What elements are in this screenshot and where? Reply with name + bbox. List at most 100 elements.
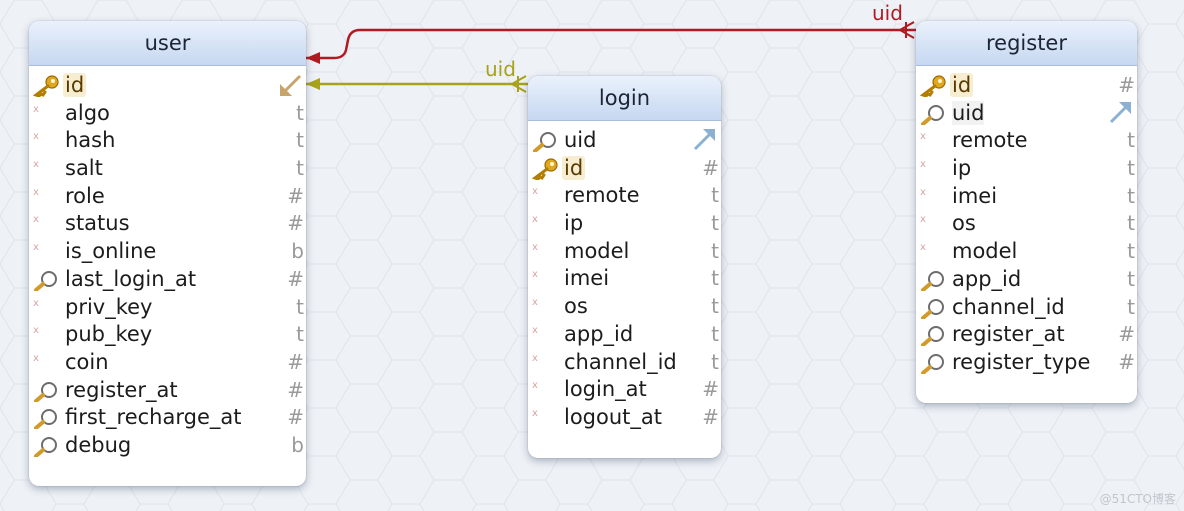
column-row-id[interactable]: id # [528, 155, 721, 183]
index-icon [34, 270, 57, 291]
column-type: t [711, 294, 719, 319]
nullable-marker: x [33, 325, 39, 337]
column-row-coin[interactable]: x coin # [29, 349, 306, 377]
column-list: id x algo t x hash t x salt t x role # x status # x is_on… [29, 66, 306, 460]
column-type: t [1127, 183, 1135, 208]
key-icon [531, 158, 558, 180]
column-type: t [711, 266, 719, 291]
nullable-marker: x [532, 186, 538, 198]
column-type: t [711, 349, 719, 374]
column-type: # [287, 405, 304, 430]
column-row-ip[interactable]: x ip t [528, 210, 721, 238]
column-row-register_at[interactable]: register_at # [916, 321, 1137, 349]
column-type: t [296, 100, 304, 125]
column-name: imei [564, 266, 610, 291]
column-name: id [950, 73, 974, 97]
column-row-salt[interactable]: x salt t [29, 155, 306, 183]
column-row-status[interactable]: x status # [29, 210, 306, 238]
column-type: t [1127, 266, 1135, 291]
column-type: t [296, 128, 304, 153]
column-name: channel_id [564, 349, 677, 374]
column-row-hash[interactable]: x hash t [29, 127, 306, 155]
column-row-remote[interactable]: x remote t [916, 127, 1137, 155]
column-row-app_id[interactable]: app_id t [916, 266, 1137, 294]
column-name: register_at [65, 377, 178, 402]
column-type: t [296, 156, 304, 181]
nullable-marker: x [532, 407, 538, 419]
column-row-login_at[interactable]: x login_at # [528, 376, 721, 404]
column-row-ip[interactable]: x ip t [916, 155, 1137, 183]
column-row-logout_at[interactable]: x logout_at # [528, 404, 721, 432]
table-header[interactable]: user [29, 21, 306, 66]
column-row-first_recharge_at[interactable]: first_recharge_at # [29, 404, 306, 432]
table-header[interactable]: login [528, 76, 721, 121]
nullable-marker: x [532, 380, 538, 392]
column-row-remote[interactable]: x remote t [528, 182, 721, 210]
column-row-register_type[interactable]: register_type # [916, 349, 1137, 377]
column-type: t [1127, 211, 1135, 236]
column-row-id[interactable]: id [29, 72, 306, 100]
column-row-uid[interactable]: uid [916, 100, 1137, 128]
column-name: imei [952, 183, 998, 208]
column-name: remote [564, 183, 640, 208]
column-row-algo[interactable]: x algo t [29, 100, 306, 128]
column-row-app_id[interactable]: x app_id t [528, 321, 721, 349]
column-row-model[interactable]: x model t [528, 238, 721, 266]
watermark: @51CTO博客 [1099, 492, 1176, 506]
column-name: priv_key [65, 294, 153, 319]
column-name: coin [65, 349, 109, 374]
column-row-model[interactable]: x model t [916, 238, 1137, 266]
column-name: status [65, 211, 130, 236]
table-login[interactable]: login uid id # x remote t x ip t x model t x imei t x os… [528, 76, 721, 458]
column-row-imei[interactable]: x imei t [916, 183, 1137, 211]
column-row-pub_key[interactable]: x pub_key t [29, 321, 306, 349]
table-register[interactable]: register id # uid x remote t x ip t x imei t x os t x mo… [916, 21, 1137, 403]
column-name: remote [952, 128, 1028, 153]
column-row-os[interactable]: x os t [916, 210, 1137, 238]
column-row-channel_id[interactable]: x channel_id t [528, 349, 721, 377]
column-type: # [287, 377, 304, 402]
relation-label-login-user: uid [485, 57, 516, 81]
column-type: # [287, 349, 304, 374]
column-row-uid[interactable]: uid [528, 127, 721, 155]
column-row-role[interactable]: x role # [29, 183, 306, 211]
key-icon [32, 75, 59, 97]
foreign-key-incoming-icon [280, 74, 302, 96]
column-type: t [711, 183, 719, 208]
column-type: t [711, 321, 719, 346]
column-name: id [63, 73, 87, 97]
column-row-imei[interactable]: x imei t [528, 265, 721, 293]
column-row-id[interactable]: id # [916, 72, 1137, 100]
column-row-is_online[interactable]: x is_online b [29, 238, 306, 266]
column-row-channel_id[interactable]: channel_id t [916, 294, 1137, 322]
column-type: t [1127, 239, 1135, 264]
column-name: logout_at [564, 404, 663, 429]
column-name: debug [65, 432, 132, 457]
nullable-marker: x [532, 324, 538, 336]
column-row-os[interactable]: x os t [528, 293, 721, 321]
column-name: is_online [65, 239, 157, 264]
column-row-last_login_at[interactable]: last_login_at # [29, 266, 306, 294]
column-row-debug[interactable]: debug b [29, 432, 306, 460]
nullable-marker: x [532, 297, 538, 309]
nullable-marker: x [532, 241, 538, 253]
column-row-register_at[interactable]: register_at # [29, 377, 306, 405]
table-header[interactable]: register [916, 21, 1137, 66]
index-icon [34, 436, 57, 457]
nullable-marker: x [33, 186, 39, 198]
column-list: id # uid x remote t x ip t x imei t x os t x model t app_i… [916, 66, 1137, 377]
column-name: login_at [564, 377, 647, 402]
column-type: t [1127, 128, 1135, 153]
foreign-key-outgoing-icon [1109, 101, 1131, 123]
column-name: register_type [952, 349, 1091, 374]
table-user[interactable]: user id x algo t x hash t x salt t x role # x status # x… [29, 21, 306, 486]
column-name: hash [65, 128, 116, 153]
column-row-priv_key[interactable]: x priv_key t [29, 294, 306, 322]
index-icon [921, 270, 944, 291]
column-name: os [952, 211, 976, 236]
index-icon [921, 353, 944, 374]
nullable-marker: x [920, 242, 926, 254]
nullable-marker: x [920, 186, 926, 198]
index-icon [34, 409, 57, 430]
column-type: # [1118, 73, 1135, 97]
